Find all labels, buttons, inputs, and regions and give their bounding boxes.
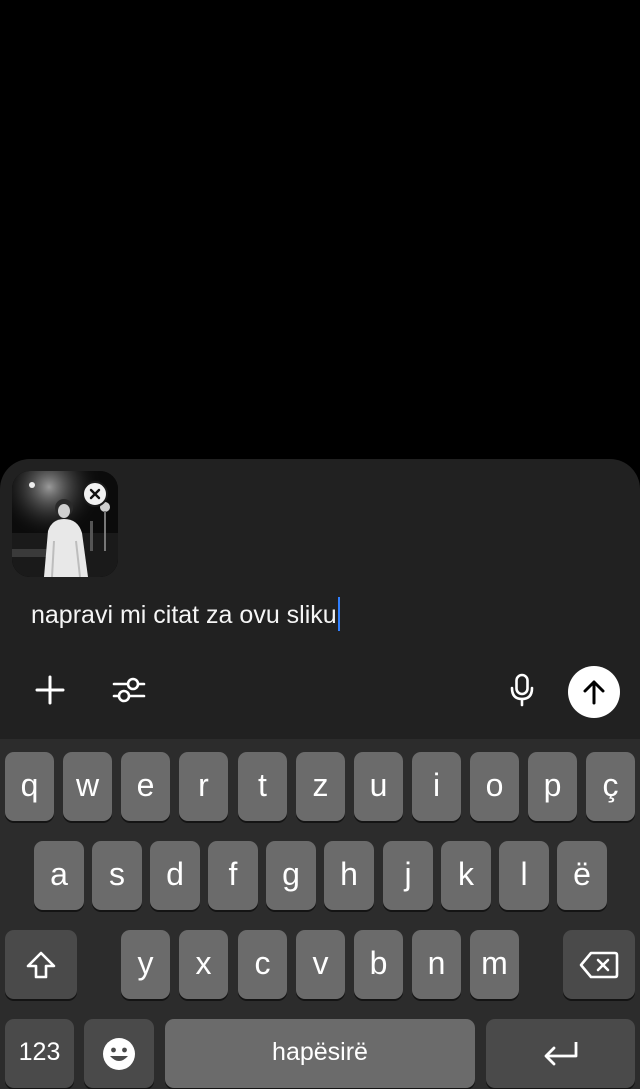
shift-icon — [26, 951, 56, 978]
numbers-key[interactable]: 123 — [5, 1019, 74, 1088]
key-q[interactable]: q — [5, 752, 54, 821]
space-key[interactable]: hapësirë — [165, 1019, 475, 1088]
key-n[interactable]: n — [412, 930, 461, 999]
key-c-cedilla[interactable]: ç — [586, 752, 635, 821]
key-y[interactable]: y — [121, 930, 170, 999]
emoji-key[interactable] — [84, 1019, 154, 1088]
send-button[interactable] — [568, 666, 620, 718]
key-j[interactable]: j — [383, 841, 433, 910]
key-s[interactable]: s — [92, 841, 142, 910]
key-g[interactable]: g — [266, 841, 316, 910]
plus-icon — [35, 675, 65, 705]
key-k[interactable]: k — [441, 841, 491, 910]
prompt-input[interactable]: napravi mi citat za ovu sliku — [31, 595, 611, 635]
key-b[interactable]: b — [354, 930, 403, 999]
key-u[interactable]: u — [354, 752, 403, 821]
return-icon — [544, 1041, 577, 1065]
key-i[interactable]: i — [412, 752, 461, 821]
microphone-button[interactable] — [498, 666, 546, 714]
arrow-up-icon — [583, 680, 605, 705]
emoji-icon — [103, 1037, 135, 1070]
text-caret — [337, 597, 340, 632]
key-l[interactable]: l — [499, 841, 549, 910]
remove-attachment-button[interactable] — [82, 481, 108, 507]
close-icon — [89, 488, 101, 500]
shift-key[interactable] — [5, 930, 77, 999]
key-o[interactable]: o — [470, 752, 519, 821]
keyboard: q w e r t z u i o p ç a s d f g h j k l … — [0, 739, 640, 1089]
key-p[interactable]: p — [528, 752, 577, 821]
key-e-diaeresis[interactable]: ë — [557, 841, 607, 910]
attachment — [12, 471, 118, 577]
key-e[interactable]: e — [121, 752, 170, 821]
key-a[interactable]: a — [34, 841, 84, 910]
add-button[interactable] — [26, 666, 74, 714]
delete-key[interactable] — [563, 930, 635, 999]
key-v[interactable]: v — [296, 930, 345, 999]
key-h[interactable]: h — [324, 841, 374, 910]
key-r[interactable]: r — [179, 752, 228, 821]
sliders-icon — [112, 677, 146, 703]
key-w[interactable]: w — [63, 752, 112, 821]
prompt-text: napravi mi citat za ovu sliku — [31, 601, 337, 629]
key-c[interactable]: c — [238, 930, 287, 999]
key-x[interactable]: x — [179, 930, 228, 999]
composer-panel: napravi mi citat za ovu sliku — [0, 459, 640, 739]
key-d[interactable]: d — [150, 841, 200, 910]
microphone-icon — [510, 673, 534, 707]
key-f[interactable]: f — [208, 841, 258, 910]
key-z[interactable]: z — [296, 752, 345, 821]
backspace-icon — [579, 951, 619, 978]
return-key[interactable] — [486, 1019, 635, 1088]
tools-button[interactable] — [105, 666, 153, 714]
key-m[interactable]: m — [470, 930, 519, 999]
key-t[interactable]: t — [238, 752, 287, 821]
